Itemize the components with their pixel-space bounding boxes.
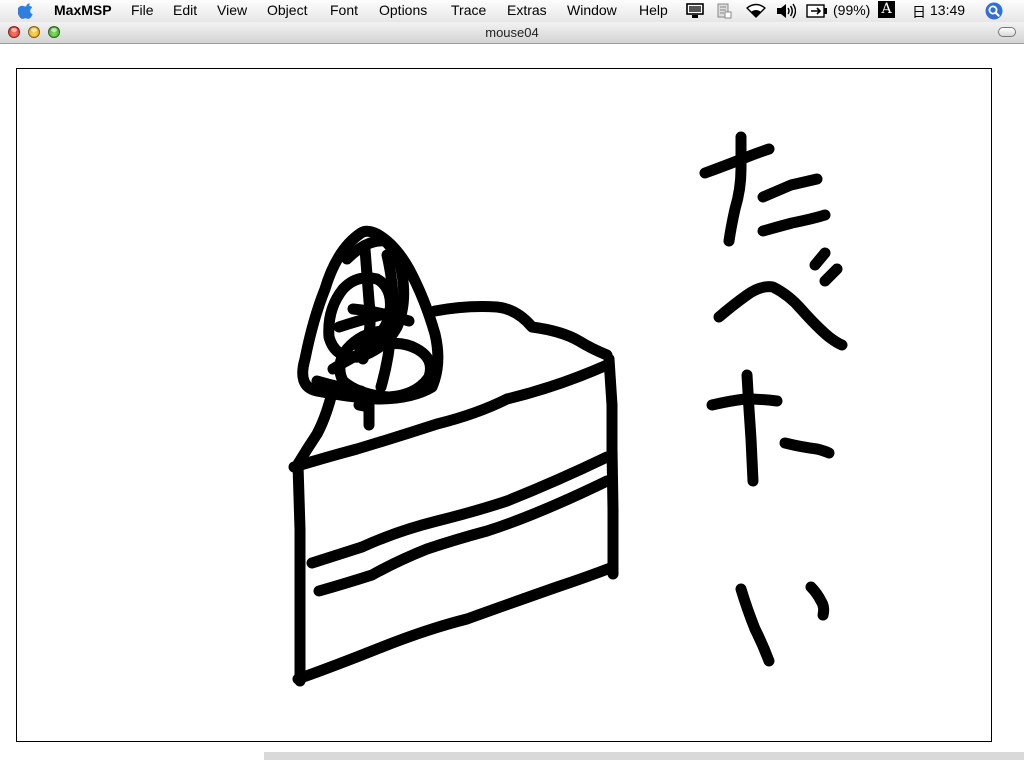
stroke-kana-be-dakuten-1 xyxy=(809,247,831,271)
menu-clock[interactable]: 13:49 xyxy=(930,2,965,18)
menu-window[interactable]: Window xyxy=(567,2,617,18)
stroke-kana-i-left xyxy=(735,583,775,667)
window-title: mouse04 xyxy=(485,25,539,40)
horizontal-scrollbar[interactable] xyxy=(264,752,1024,760)
drawing-strokes xyxy=(288,131,848,687)
display-icon[interactable] xyxy=(686,3,704,19)
scripts-icon[interactable] xyxy=(716,3,732,19)
stroke-cake-layer-1 xyxy=(306,451,613,569)
stroke-kana-i-right xyxy=(805,581,830,621)
menu-trace[interactable]: Trace xyxy=(451,2,486,18)
volume-icon[interactable] xyxy=(776,3,796,19)
stroke-cake-layer-2 xyxy=(313,475,613,597)
stroke-kana-ta-1-top xyxy=(757,173,823,203)
lcd-drawing-canvas[interactable] xyxy=(16,68,992,742)
menu-edit[interactable]: Edit xyxy=(173,2,197,18)
menu-font[interactable]: Font xyxy=(330,2,358,18)
menu-bar: MaxMSP File Edit View Object Font Option… xyxy=(0,0,1024,23)
menu-help[interactable]: Help xyxy=(639,2,668,18)
menu-options[interactable]: Options xyxy=(379,2,427,18)
wifi-icon[interactable] xyxy=(745,3,767,19)
input-menu-icon[interactable]: A xyxy=(878,1,895,18)
stroke-kana-be-dakuten-2 xyxy=(819,263,843,287)
stroke-kana-ta-1-v xyxy=(723,131,747,247)
menu-object[interactable]: Object xyxy=(267,2,307,18)
patcher-content xyxy=(0,44,1024,768)
stroke-cake-back-edge xyxy=(603,353,619,580)
menu-file[interactable]: File xyxy=(131,2,154,18)
stroke-kana-ta-2-v xyxy=(741,369,759,487)
window-title-bar[interactable]: mouse04 xyxy=(0,22,1024,44)
date-glyph: 日 xyxy=(912,4,926,20)
stroke-kana-be xyxy=(713,281,848,351)
battery-icon[interactable] xyxy=(806,4,828,18)
stroke-kana-ta-1-bottom xyxy=(757,209,831,237)
spotlight-search-icon[interactable] xyxy=(985,2,1003,20)
stroke-cake-top-back xyxy=(429,301,613,361)
stroke-kana-ta-2-top xyxy=(779,437,835,459)
toolbar-toggle-button[interactable] xyxy=(998,27,1016,37)
menu-view[interactable]: View xyxy=(217,2,247,18)
apple-icon[interactable] xyxy=(18,2,35,19)
app-menu-maxmsp[interactable]: MaxMSP xyxy=(54,2,112,18)
battery-percentage: (99%) xyxy=(833,2,871,18)
canvas-strokes xyxy=(288,131,848,687)
stroke-cake-front-edge xyxy=(292,459,306,687)
menu-extras[interactable]: Extras xyxy=(507,2,547,18)
